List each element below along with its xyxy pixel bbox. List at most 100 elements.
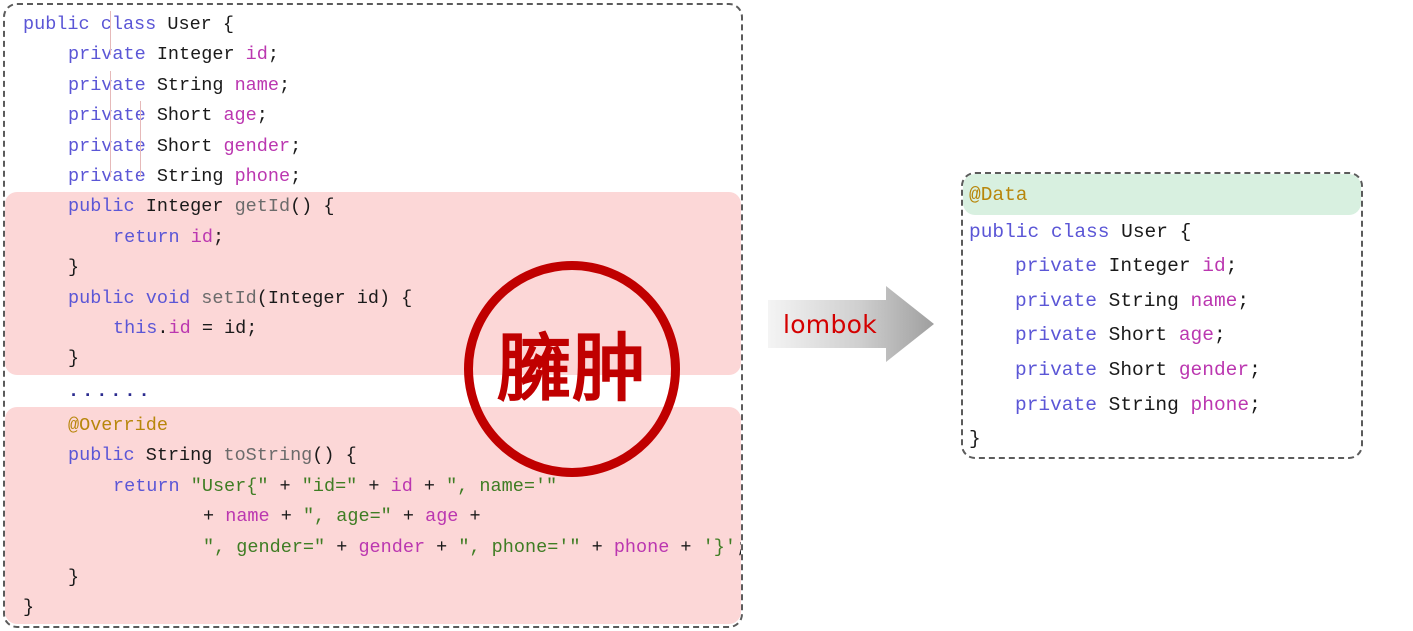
code-token: this — [113, 317, 158, 339]
code-token: Short — [156, 135, 213, 157]
code-token: class — [1050, 220, 1110, 243]
code-token: . — [157, 317, 169, 339]
code-token: } — [68, 567, 80, 589]
code-token: { — [211, 14, 234, 35]
code-token: public — [23, 14, 90, 35]
code-token: ( — [256, 287, 268, 309]
code-line: private Integer id; — [5, 40, 741, 70]
code-token: return — [113, 475, 180, 497]
code-line: public class User { — [963, 215, 1361, 250]
code-token: phone — [234, 165, 291, 187]
code-token: gender — [358, 536, 426, 558]
code-token: ; — [212, 226, 225, 248]
code-token: ; — [256, 105, 268, 127]
code-token: phone — [613, 536, 670, 558]
code-token: id — [245, 44, 268, 66]
code-token: gender — [1178, 358, 1250, 381]
code-line: public String toString() { — [5, 441, 741, 471]
code-line: @Data — [963, 178, 1361, 213]
code-line: private String phone; — [5, 162, 741, 192]
code-token: id — [356, 287, 379, 309]
code-token: private — [1015, 324, 1097, 347]
code-token: private — [68, 74, 146, 96]
code-token: String — [156, 74, 224, 96]
code-token: Integer — [267, 287, 346, 309]
code-token: ", name='" — [446, 475, 558, 497]
code-token: String — [1108, 393, 1179, 416]
code-token: private — [68, 135, 146, 157]
code-token: ; — [1237, 289, 1250, 312]
code-token: ; — [1249, 393, 1261, 416]
code-token: id — [1202, 255, 1226, 278]
code-token: + — [391, 506, 426, 528]
code-token: age — [223, 105, 257, 127]
code-token: getId — [234, 196, 291, 218]
code-line: ", gender=" + gender + ", phone='" + pho… — [5, 533, 741, 563]
code-line: public class User { — [5, 10, 741, 40]
code-token: private — [68, 44, 146, 66]
code-token: age — [425, 506, 459, 528]
lombok-arrow: lombok — [768, 286, 934, 362]
code-line: } — [5, 253, 741, 283]
code-token: toString — [223, 445, 313, 467]
code-line: } — [5, 563, 741, 593]
code-token: setId — [201, 287, 257, 309]
code-token: ...... — [68, 380, 153, 402]
code-token: id — [168, 317, 191, 339]
code-token: private — [68, 165, 146, 187]
code-token: ", age=" — [302, 506, 392, 528]
code-token: ; — [278, 74, 291, 96]
code-token: private — [1015, 289, 1097, 312]
code-line: private Integer id; — [963, 249, 1361, 284]
code-token: name — [1190, 289, 1238, 312]
code-line: } — [963, 422, 1361, 457]
code-token: phone — [1190, 393, 1250, 416]
code-token: Short — [1108, 358, 1168, 381]
verbose-field-declarations: public class User {private Integer id; pr… — [5, 5, 741, 192]
code-line: } — [5, 344, 741, 374]
code-token: User — [1121, 220, 1168, 243]
code-token: ", phone='" — [458, 536, 581, 558]
code-token: + — [425, 536, 459, 558]
code-line: public void setId(Integer id) { — [5, 284, 741, 314]
code-line: private Short gender; — [963, 353, 1361, 388]
code-token: Integer — [156, 44, 235, 66]
code-token: + — [268, 475, 302, 497]
code-token: name — [234, 74, 279, 96]
code-line: private String phone; — [963, 388, 1361, 423]
code-token: ; — [290, 135, 302, 157]
code-token: @Data — [969, 184, 1028, 206]
code-token: public — [68, 445, 135, 467]
code-line: private Short age; — [963, 318, 1361, 353]
code-token: ; — [1249, 358, 1261, 381]
code-token: id — [190, 226, 213, 248]
verbose-getter-setter-block: public Integer getId() {return id;} publi… — [5, 11, 741, 375]
lombok-code-panel: @Data public class User {private Integer… — [961, 172, 1363, 459]
code-token: return — [113, 226, 180, 248]
code-line: + name + ", age=" + age + — [5, 502, 741, 532]
code-token: () { — [312, 445, 357, 467]
code-token: ; — [267, 44, 279, 66]
code-token: void — [145, 287, 191, 309]
code-token: Short — [1108, 324, 1168, 347]
